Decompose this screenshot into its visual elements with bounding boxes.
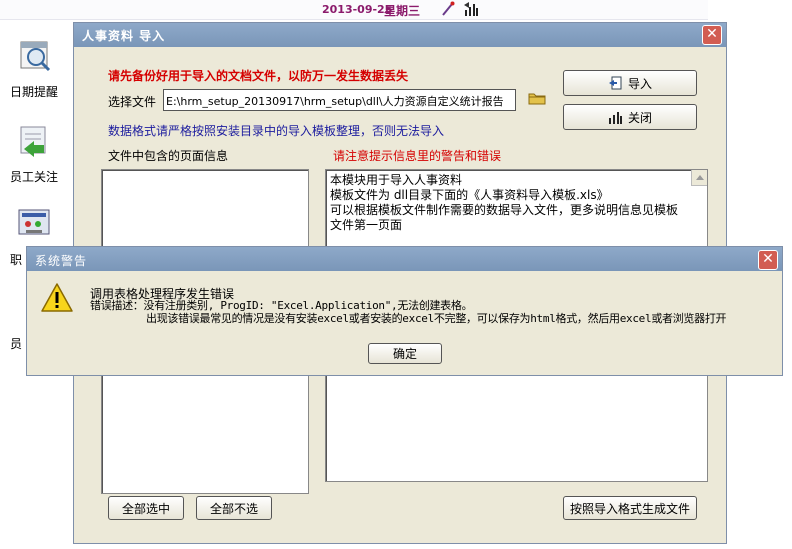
file-label: 选择文件 bbox=[108, 95, 157, 109]
generate-template-button[interactable]: 按照导入格式生成文件 bbox=[563, 496, 697, 520]
stats-icon bbox=[608, 112, 622, 124]
info-line: 本模块用于导入人事资料 bbox=[330, 173, 463, 187]
import-button[interactable]: 导入 bbox=[563, 70, 697, 96]
pages-label: 文件中包含的页面信息 bbox=[108, 149, 229, 163]
warning-icon bbox=[41, 283, 73, 312]
current-weekday: 星期三 bbox=[384, 4, 421, 18]
nav-label: 员工关注 bbox=[10, 170, 59, 184]
deselect-all-button[interactable]: 全部不选 bbox=[196, 496, 272, 520]
import-icon bbox=[608, 76, 622, 90]
top-status-bar: 2013-09-25 星期三 bbox=[0, 0, 708, 20]
employee-focus-icon bbox=[20, 126, 46, 157]
position-icon bbox=[18, 209, 50, 235]
info-text: 本模块用于导入人事资料 模板文件为 dll目录下面的《人事资料导入模板.xls》… bbox=[330, 173, 678, 233]
alert-titlebar[interactable]: 系统警告 ✕ bbox=[27, 247, 782, 271]
info-line: 模板文件为 dll目录下面的《人事资料导入模板.xls》 bbox=[330, 188, 609, 202]
close-button[interactable]: 关闭 bbox=[563, 104, 697, 130]
format-notice: 数据格式请严格按照安装目录中的导入模板整理，否则无法导入 bbox=[108, 124, 445, 138]
messages-label: 请注意提示信息里的警告和错误 bbox=[333, 149, 502, 163]
import-button-label: 导入 bbox=[627, 76, 652, 91]
folder-browse-icon[interactable] bbox=[528, 91, 546, 105]
ok-button[interactable]: 确定 bbox=[368, 343, 442, 364]
nav-item-date-reminder[interactable]: 日期提醒 bbox=[0, 38, 68, 100]
nav-label: 日期提醒 bbox=[10, 85, 59, 99]
stats-icon[interactable] bbox=[463, 1, 479, 17]
import-dialog-close-icon[interactable]: ✕ bbox=[702, 25, 722, 45]
close-button-label: 关闭 bbox=[627, 110, 652, 125]
file-path-field[interactable]: E:\hrm_setup_20130917\hrm_setup\dll\人力资源… bbox=[163, 89, 516, 111]
info-line: 可以根据模板文件制作需要的数据导入文件，更多说明信息见模板 bbox=[330, 203, 679, 217]
backup-warning: 请先备份好用于导入的文档文件，以防万一发生数据丢失 bbox=[108, 69, 409, 83]
alert-explanation: 出现该错误最常见的情况是没有安装excel或者安装的excel不完整，可以保存为… bbox=[146, 312, 727, 325]
import-dialog-title: 人事资料 导入 bbox=[82, 29, 166, 43]
nav-item-employee-focus[interactable]: 员工关注 bbox=[0, 123, 68, 185]
alert-title: 系统警告 bbox=[35, 254, 88, 268]
system-alert-dialog: 系统警告 ✕ 调用表格处理程序发生错误 错误描述：没有注册类别, ProgID:… bbox=[26, 246, 783, 376]
alert-close-icon[interactable]: ✕ bbox=[758, 250, 778, 270]
import-dialog-titlebar[interactable]: 人事资料 导入 ✕ bbox=[74, 23, 726, 47]
info-line: 文件第一页面 bbox=[330, 218, 403, 232]
select-all-button[interactable]: 全部选中 bbox=[108, 496, 184, 520]
date-reminder-icon bbox=[20, 41, 51, 72]
pen-tool-icon[interactable] bbox=[440, 1, 456, 17]
scroll-up-icon[interactable] bbox=[691, 170, 707, 186]
current-date: 2013-09-25 bbox=[322, 3, 393, 16]
